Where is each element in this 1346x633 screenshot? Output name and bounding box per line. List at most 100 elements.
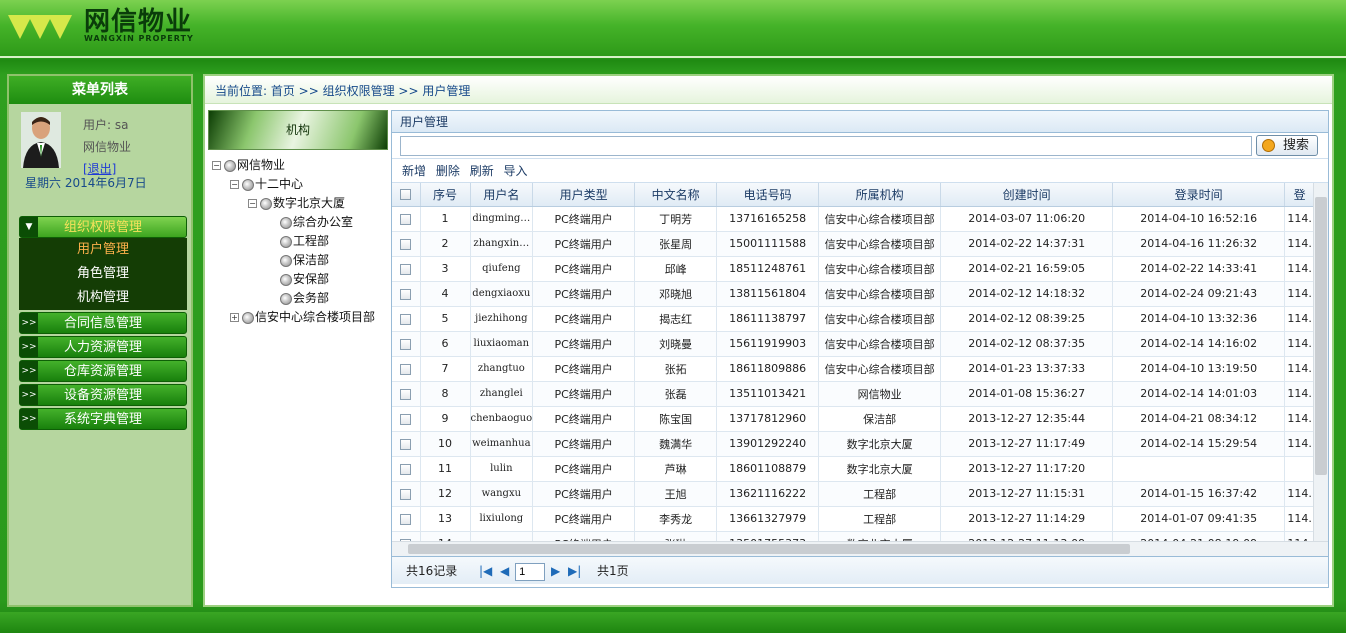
table-cell: 114. [1284,481,1316,507]
table-row[interactable]: 12 wangxu PC终端用户 王旭 13621116222 工程部 2013-12-27… [392,481,1316,507]
table-cell: 张星周 [634,231,718,257]
row-checkbox[interactable] [392,406,421,432]
table-row[interactable]: 10 weimanhua PC终端用户 魏满华 13901292240 数字北京大厦 201… [392,431,1316,457]
search-input[interactable] [400,136,1252,156]
avatar [21,112,61,168]
last-page-icon[interactable]: ▶| [568,557,581,585]
column-header[interactable]: 中文名称 [634,183,718,207]
company-logo: 网信物业 WANGXIN PROPERTY [8,9,194,43]
column-header[interactable]: 创建时间 [940,183,1114,207]
import-button[interactable]: 导入 [504,164,528,178]
row-checkbox[interactable] [392,256,421,282]
collapse-icon: − [248,199,257,208]
delete-button[interactable]: 删除 [436,164,460,178]
table-row[interactable]: 2 zhangxin… PC终端用户 张星周 15001111588 信安中心综合楼项目部… [392,231,1316,257]
column-header[interactable]: 登录时间 [1112,183,1286,207]
table-row[interactable]: 8 zhanglei PC终端用户 张磊 13511013421 网信物业 2014-01-… [392,381,1316,407]
tree-node-engineering[interactable]: 工程部 [280,232,329,250]
tree-node-shierzhongxin[interactable]: − 十二中心 [230,175,303,193]
table-row[interactable]: 14…PC终端用户张琳13501755373数字北京大厦2013-12-27 1… [392,531,1316,541]
add-button[interactable]: 新增 [402,164,426,178]
row-checkbox[interactable] [392,456,421,482]
submenu-item-role-management[interactable]: 角色管理 [19,262,187,286]
user-info: 用户: sa 网信物业 [退出] 星期六 2014年6月7日 [9,104,191,190]
column-header[interactable]: 登 [1284,183,1316,207]
page-number-input[interactable] [515,562,546,581]
table-cell: 2013-12-27 11:15:31 [940,481,1114,507]
row-checkbox[interactable] [392,506,421,532]
column-header[interactable]: 用户名 [470,183,534,207]
table-cell: zhangtuo [470,356,534,382]
tree-node-conference[interactable]: 会务部 [280,289,329,307]
tree-node-office[interactable]: 综合办公室 [280,213,353,231]
table-cell: 魏满华 [634,431,718,457]
table-cell: 2014-02-21 16:59:05 [940,256,1114,282]
column-header[interactable]: 序号 [420,183,471,207]
table-row[interactable]: 4 dengxiaoxu PC终端用户 邓晓旭 13811561804 信安中心综合楼项目… [392,281,1316,307]
table-row[interactable]: 7 zhangtuo PC终端用户 张拓 18611809886 信安中心综合楼项目部 20… [392,356,1316,382]
table-cell: 15611919903 [716,331,820,357]
menu-item-org-permission[interactable]: ▼ 组织权限管理 [19,216,187,238]
menu-item-dictionary[interactable]: >> 系统字典管理 [19,408,187,430]
tree-node-security[interactable]: 安保部 [280,270,329,288]
column-header[interactable]: 电话号码 [716,183,820,207]
app-header: 网信物业 WANGXIN PROPERTY [0,0,1346,58]
table-row[interactable]: 3 qiufeng PC终端用户 邱峰 18511248761 信安中心综合楼项目部 201… [392,256,1316,282]
row-checkbox[interactable] [392,481,421,507]
first-page-icon[interactable]: |◀ [479,557,492,585]
table-cell [1284,456,1316,482]
table-cell: PC终端用户 [532,531,636,541]
tree-node-shuzibeijing[interactable]: − 数字北京大厦 [248,194,345,212]
select-all-checkbox[interactable] [392,183,421,207]
tree-node-wangxin[interactable]: − 网信物业 [212,156,285,174]
sidebar: 菜单列表 用户: sa 网信物业 [退出] 星期六 2014年6月7日 ▼ 组织权… [7,74,193,607]
table-cell: 2014-02-24 09:21:43 [1112,281,1286,307]
row-checkbox[interactable] [392,531,421,541]
row-checkbox[interactable] [392,431,421,457]
row-checkbox[interactable] [392,231,421,257]
menu-item-hr[interactable]: >> 人力资源管理 [19,336,187,358]
tree-node-xinan[interactable]: + 信安中心综合楼项目部 [230,308,375,326]
table-row[interactable]: 6 liuxiaoman PC终端用户 刘晓曼 15611919903 信安中心综合楼项目… [392,331,1316,357]
tree-node-cleaning[interactable]: 保洁部 [280,251,329,269]
prev-page-icon[interactable]: ◀ [500,557,509,585]
checkbox-icon [400,513,412,525]
table-row[interactable]: 11 lulin PC终端用户 芦琳 18601108879 数字北京大厦 2013-12-… [392,456,1316,482]
row-checkbox[interactable] [392,356,421,382]
user-name: 用户: sa [83,118,129,132]
menu-item-contract[interactable]: >> 合同信息管理 [19,312,187,334]
checkbox-icon [400,313,412,325]
table-row[interactable]: 9 chenbaoguo PC终端用户 陈宝国 13717812960 保洁部 2013-1… [392,406,1316,432]
row-checkbox[interactable] [392,381,421,407]
table-cell: PC终端用户 [532,356,636,382]
row-checkbox[interactable] [392,306,421,332]
table-cell: 3 [420,256,471,282]
next-page-icon[interactable]: ▶ [551,557,560,585]
menu-item-warehouse[interactable]: >> 仓库资源管理 [19,360,187,382]
table-cell: 信安中心综合楼项目部 [818,306,942,332]
table-row[interactable]: 1 dingming… PC终端用户 丁明芳 13716165258 信安中心综合楼项目部… [392,206,1316,232]
refresh-button[interactable]: 刷新 [470,164,494,178]
table-cell: PC终端用户 [532,281,636,307]
row-checkbox[interactable] [392,281,421,307]
vertical-scrollbar[interactable] [1313,183,1328,541]
submenu-item-org-management[interactable]: 机构管理 [19,286,187,310]
menu-item-equipment[interactable]: >> 设备资源管理 [19,384,187,406]
row-checkbox[interactable] [392,331,421,357]
table-cell: 陈宝国 [634,406,718,432]
table-cell: 2014-04-10 16:52:16 [1112,206,1286,232]
chevron-down-icon: ▼ [20,217,38,237]
table-cell: 2014-01-15 16:37:42 [1112,481,1286,507]
table-row[interactable]: 5 jiezhihong PC终端用户 揭志红 18611138797 信安中心综合楼项目… [392,306,1316,332]
checkbox-icon [400,488,412,500]
table-cell: 2014-04-10 13:32:36 [1112,306,1286,332]
row-checkbox[interactable] [392,206,421,232]
table-cell: 2014-02-12 08:39:25 [940,306,1114,332]
horizontal-scrollbar[interactable] [392,541,1328,556]
search-button[interactable]: 搜索 [1256,135,1318,156]
submenu-item-user-management[interactable]: 用户管理 [19,238,187,262]
column-header[interactable]: 用户类型 [532,183,636,207]
node-icon [280,235,292,248]
column-header[interactable]: 所属机构 [818,183,942,207]
table-row[interactable]: 13 lixiulong PC终端用户 李秀龙 13661327979 工程部 2013-1… [392,506,1316,532]
